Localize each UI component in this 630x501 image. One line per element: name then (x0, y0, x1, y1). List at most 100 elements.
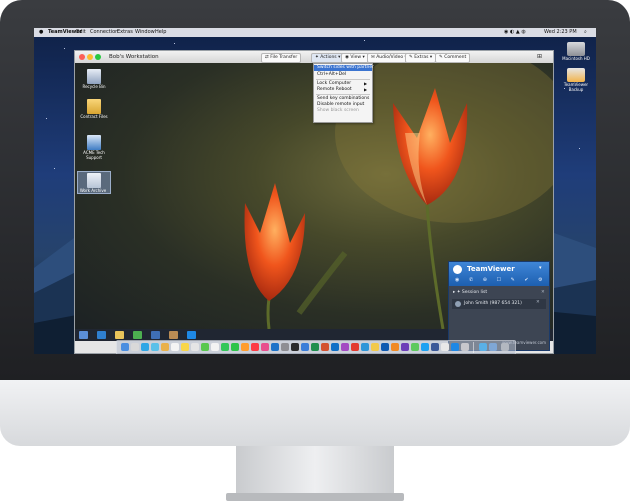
recycle-bin-icon (87, 69, 101, 84)
photoshop-icon[interactable] (381, 343, 389, 351)
menu-item-ctrl-alt-del[interactable]: Ctrl+Alt+Del (317, 72, 346, 77)
preview-icon[interactable] (461, 343, 469, 351)
menu-window[interactable]: Window (135, 28, 155, 37)
mac-screen: ● TeamViewer Edit Connection Extras Wind… (34, 28, 596, 354)
avatar (455, 301, 461, 307)
comment-button[interactable]: ✎ Comment (435, 53, 471, 63)
file-transfer-button[interactable]: ⇄ File Transfer (261, 53, 302, 63)
word-icon[interactable] (151, 331, 160, 339)
downloads-folder-icon[interactable] (479, 343, 487, 351)
menu-item-remote-reboot[interactable]: Remote Reboot (317, 87, 352, 92)
spotlight-icon[interactable]: ⌕ (584, 28, 587, 37)
photos-icon[interactable] (211, 343, 219, 351)
session-entry[interactable]: John Smith (987 654 321) ✕ (452, 299, 546, 309)
teamviewer-icon[interactable] (187, 331, 196, 339)
illustrator-icon[interactable] (391, 343, 399, 351)
desktop-icon-work-archive[interactable]: Work Archive (77, 171, 111, 194)
menu-item-disable-remote-input[interactable]: Disable remote input (317, 102, 364, 107)
actions-button[interactable]: ✦ Actions ▾ (311, 53, 345, 63)
file-explorer-icon[interactable] (115, 331, 124, 339)
panel-toolbar-icons[interactable]: ◉ ✆ ⊕ ☐ ✎ ✔ ⚙ (455, 277, 547, 283)
outlook-icon[interactable] (331, 343, 339, 351)
session-list-label: Session list (461, 290, 488, 295)
safari-icon[interactable] (141, 343, 149, 351)
window-titlebar[interactable]: Bob's Workstation ⇄ File Transfer ✦ Acti… (75, 51, 553, 63)
skype-icon[interactable] (361, 343, 369, 351)
textedit-icon[interactable] (441, 343, 449, 351)
desktop-icon-acme-tech-support[interactable]: ACME Tech Support (79, 135, 109, 160)
minimize-button[interactable] (87, 54, 93, 60)
reminders-icon[interactable] (191, 343, 199, 351)
session-entry-label: John Smith (987 654 321) (464, 301, 522, 306)
menu-item-show-black-screen[interactable]: Show black screen (317, 108, 359, 113)
windows-logo-icon[interactable]: ⊞ (537, 53, 542, 60)
trash-icon[interactable] (501, 343, 509, 351)
user-icon[interactable] (169, 331, 178, 339)
apple-menu-icon[interactable]: ● (39, 28, 43, 37)
menu-item-lock-computer[interactable]: Lock Computer (317, 81, 351, 86)
facebook-icon[interactable] (431, 343, 439, 351)
desktop-drive-macintosh-hd[interactable]: Macintosh HD (556, 42, 596, 61)
menubar-clock[interactable]: Wed 2:23 PM (544, 28, 577, 37)
app-store-icon[interactable] (271, 343, 279, 351)
extras-button[interactable]: ✎ Extras ▾ (405, 53, 437, 63)
zoom-button[interactable] (95, 54, 101, 60)
premiere-icon[interactable] (401, 343, 409, 351)
menu-item-switch-sides[interactable]: Switch sides with partner (317, 65, 374, 70)
music-icon[interactable] (261, 343, 269, 351)
start-button[interactable] (79, 331, 88, 339)
powerpoint-icon[interactable] (321, 343, 329, 351)
archive-icon (87, 173, 101, 188)
imac-chin (0, 380, 630, 446)
icon-label: Recycle Bin (82, 84, 106, 89)
toolbar-label: Actions (320, 55, 337, 60)
chrome-icon[interactable] (133, 331, 142, 339)
contacts-icon[interactable] (161, 343, 169, 351)
finder-icon[interactable] (121, 343, 129, 351)
submenu-arrow-icon: ▶ (364, 87, 368, 92)
session-entry-close-icon[interactable]: ✕ (536, 300, 540, 305)
panel-menu-icon[interactable]: ▾ (539, 265, 542, 271)
view-button[interactable]: ◉ View ▾ (341, 53, 369, 63)
menu-help[interactable]: Help (155, 28, 166, 37)
teamviewer-dock-icon[interactable] (451, 343, 459, 351)
menu-connection[interactable]: Connection (90, 28, 118, 37)
teamviewer-session-panel[interactable]: TeamViewer ▾ ◉ ✆ ⊕ ☐ ✎ ✔ ⚙ ▸ ✦ Session l… (448, 261, 550, 351)
mail-icon[interactable] (151, 343, 159, 351)
facetime-icon[interactable] (231, 343, 239, 351)
desktop-icon-recycle-bin[interactable]: Recycle Bin (79, 69, 109, 89)
terminal-icon[interactable] (291, 343, 299, 351)
menu-extras[interactable]: Extras (117, 28, 133, 37)
maps-icon[interactable] (201, 343, 209, 351)
sketch-icon[interactable] (371, 343, 379, 351)
system-preferences-icon[interactable] (281, 343, 289, 351)
notes-icon[interactable] (181, 343, 189, 351)
menu-item-send-key-combinations[interactable]: Send key combinations (317, 96, 369, 101)
excel-icon[interactable] (311, 343, 319, 351)
session-list-row[interactable]: ▸ ✦ Session list (453, 290, 487, 295)
desktop-drive-teamviewer-backup[interactable]: TeamViewer Backup (556, 68, 596, 92)
panel-header: TeamViewer ▾ ◉ ✆ ⊕ ☐ ✎ ✔ ⚙ (449, 262, 549, 286)
onenote-icon[interactable] (341, 343, 349, 351)
ibooks-icon[interactable] (241, 343, 249, 351)
desktop-icon-contract-files[interactable]: Contract Files (79, 99, 109, 119)
window-title: Bob's Workstation (109, 54, 159, 60)
documents-folder-icon[interactable] (489, 343, 497, 351)
internet-explorer-icon[interactable] (97, 331, 106, 339)
session-close-icon[interactable]: ✕ (541, 290, 545, 295)
twitter-icon[interactable] (421, 343, 429, 351)
launchpad-icon[interactable] (131, 343, 139, 351)
menu-edit[interactable]: Edit (76, 28, 86, 37)
evernote-icon[interactable] (411, 343, 419, 351)
teamviewer-logo-icon (453, 265, 462, 274)
menu-divider (316, 94, 370, 95)
itunes-icon[interactable] (251, 343, 259, 351)
word-icon[interactable] (301, 343, 309, 351)
icon-label: ACME Tech Support (83, 150, 105, 160)
menu-divider (316, 79, 370, 80)
menubar-status-icons[interactable]: ◉ ◐ ▲ ◍ (504, 28, 526, 37)
calendar-icon[interactable] (171, 343, 179, 351)
acrobat-icon[interactable] (351, 343, 359, 351)
messages-icon[interactable] (221, 343, 229, 351)
close-button[interactable] (79, 54, 85, 60)
